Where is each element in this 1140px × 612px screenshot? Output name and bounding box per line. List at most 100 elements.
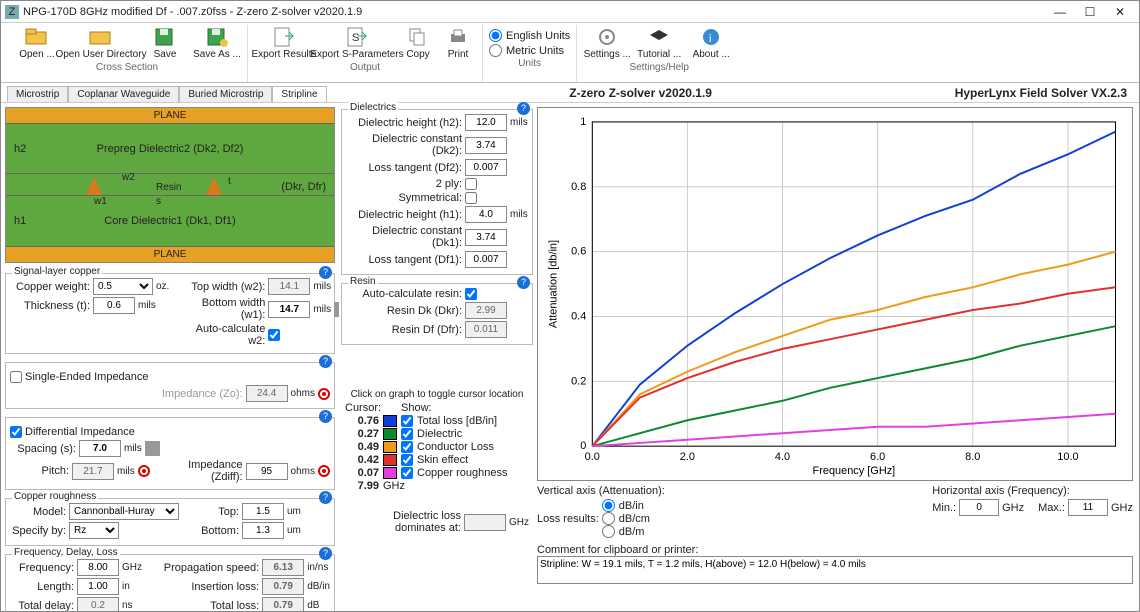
- h2-input[interactable]: [465, 114, 507, 131]
- show-series-checkbox[interactable]: [401, 441, 413, 453]
- folder-icon: [88, 26, 114, 48]
- top-width-input: [268, 278, 310, 295]
- loss-unit-radio[interactable]: dB/m: [602, 525, 650, 538]
- solver-label: HyperLynx Field Solver VX.2.3: [955, 86, 1133, 100]
- frequency-input[interactable]: [77, 559, 119, 576]
- freq-delay-loss-group: Frequency, Delay, Loss ? Frequency: GHz …: [5, 554, 335, 611]
- color-swatch: [383, 454, 397, 466]
- print-button[interactable]: Print: [440, 25, 476, 61]
- comment-textarea[interactable]: [537, 556, 1133, 584]
- info-icon[interactable]: ?: [319, 266, 332, 279]
- attenuation-chart[interactable]: 0.02.04.06.08.010.000.20.40.60.81Frequen…: [537, 107, 1133, 481]
- info-icon[interactable]: ?: [319, 355, 332, 368]
- auto-w2-checkbox[interactable]: [268, 329, 280, 341]
- rough-bot-input[interactable]: [242, 522, 284, 539]
- tab-bar: MicrostripCoplanar WaveguideBuried Micro…: [1, 83, 1139, 103]
- show-series-checkbox[interactable]: [401, 454, 413, 466]
- graph-legend-panel: Click on graph to toggle cursor location…: [341, 389, 533, 536]
- about-button[interactable]: i About ...: [687, 25, 735, 61]
- se-impedance-checkbox[interactable]: [10, 371, 22, 383]
- info-icon[interactable]: ?: [319, 491, 332, 504]
- loss-unit-radio[interactable]: dB/in: [602, 499, 650, 512]
- color-swatch: [383, 415, 397, 427]
- export-results-button[interactable]: Export Results: [254, 25, 314, 61]
- svg-text:0: 0: [580, 440, 586, 452]
- export-icon: [271, 26, 297, 48]
- export-sparam-button[interactable]: S Export S-Parameters: [318, 25, 396, 61]
- dielectrics-group: Dielectrics ? Dielectric height (h2):mil…: [341, 109, 533, 275]
- thickness-input[interactable]: [93, 297, 135, 314]
- maximize-button[interactable]: ☐: [1075, 5, 1105, 19]
- close-button[interactable]: ✕: [1105, 5, 1135, 19]
- legend-row: 0.42Skin effect: [345, 454, 529, 466]
- minimize-button[interactable]: —: [1045, 5, 1075, 19]
- svg-text:i: i: [709, 33, 711, 45]
- save-as-button[interactable]: Save As ...: [193, 25, 241, 61]
- length-input[interactable]: [77, 578, 119, 595]
- save-button[interactable]: Save: [141, 25, 189, 61]
- english-units-radio[interactable]: English Units: [489, 29, 570, 42]
- metric-units-radio[interactable]: Metric Units: [489, 44, 570, 57]
- signal-layer-copper-group: Signal-layer copper ? Copper weight: 0.5…: [5, 273, 335, 354]
- tab-stripline[interactable]: Stripline: [272, 86, 326, 102]
- loss-unit-radio[interactable]: dB/cm: [602, 512, 650, 525]
- legend-row: 0.76Total loss [dB/in]: [345, 415, 529, 427]
- calculator-icon[interactable]: [334, 302, 339, 317]
- min-freq-input[interactable]: [959, 499, 999, 516]
- df2-input[interactable]: [465, 159, 507, 176]
- resin-df-output: [465, 321, 507, 338]
- dk2-input[interactable]: [465, 137, 507, 154]
- info-icon[interactable]: ?: [319, 547, 332, 560]
- insertion-loss-output: [262, 578, 304, 595]
- settings-button[interactable]: Settings ...: [583, 25, 631, 61]
- target-icon[interactable]: [318, 465, 330, 477]
- diff-impedance-checkbox[interactable]: [10, 426, 22, 438]
- tab-microstrip[interactable]: Microstrip: [7, 86, 68, 102]
- show-series-checkbox[interactable]: [401, 467, 413, 479]
- h1-input[interactable]: [465, 206, 507, 223]
- ribbon-group-cross-section: Open ... Open User Directory Save Save A…: [7, 25, 248, 82]
- delay-output: [77, 597, 119, 611]
- tab-coplanar-waveguide[interactable]: Coplanar Waveguide: [68, 86, 179, 102]
- symmetrical-checkbox[interactable]: [465, 192, 477, 204]
- comment-box: Comment for clipboard or printer:: [537, 544, 1133, 587]
- trace-right: [206, 177, 222, 195]
- copy-button[interactable]: Copy: [400, 25, 436, 61]
- auto-resin-checkbox[interactable]: [465, 288, 477, 300]
- bottom-width-input[interactable]: [268, 301, 310, 318]
- calculator-icon[interactable]: [145, 441, 160, 456]
- color-swatch: [383, 441, 397, 453]
- show-series-checkbox[interactable]: [401, 415, 413, 427]
- spacing-input[interactable]: [79, 440, 121, 457]
- legend-row: 0.49Conductor Loss: [345, 441, 529, 453]
- svg-text:0.6: 0.6: [571, 246, 586, 258]
- differential-group: ? Differential Impedance Spacing (s): mi…: [5, 417, 335, 490]
- svg-text:1: 1: [580, 116, 586, 128]
- zo-input: [246, 385, 288, 402]
- zdiff-input[interactable]: [246, 463, 288, 480]
- rough-top-input[interactable]: [242, 503, 284, 520]
- folder-open-icon: [24, 26, 50, 48]
- specify-by-select[interactable]: Rz: [69, 522, 119, 539]
- total-loss-output: [262, 597, 304, 611]
- open-button[interactable]: Open ...: [13, 25, 61, 61]
- target-icon[interactable]: [138, 465, 150, 477]
- two-ply-checkbox[interactable]: [465, 178, 477, 190]
- max-freq-input[interactable]: [1068, 499, 1108, 516]
- plane-bottom-label: PLANE: [6, 246, 334, 262]
- info-icon[interactable]: ?: [517, 276, 530, 289]
- target-icon[interactable]: [318, 388, 330, 400]
- show-series-checkbox[interactable]: [401, 428, 413, 440]
- svg-text:8.0: 8.0: [965, 451, 980, 463]
- dk1-input[interactable]: [465, 229, 507, 246]
- export-s-icon: S: [344, 26, 370, 48]
- info-icon[interactable]: ?: [517, 102, 530, 115]
- df1-input[interactable]: [465, 251, 507, 268]
- tab-buried-microstrip[interactable]: Buried Microstrip: [179, 86, 272, 102]
- copper-weight-select[interactable]: 0.5: [93, 278, 153, 295]
- open-user-dir-button[interactable]: Open User Directory: [65, 25, 137, 61]
- info-icon[interactable]: ?: [319, 410, 332, 423]
- tutorial-button[interactable]: Tutorial ...: [635, 25, 683, 61]
- roughness-model-select[interactable]: Cannonball-Huray: [69, 503, 179, 520]
- dom-freq-output: [464, 514, 506, 531]
